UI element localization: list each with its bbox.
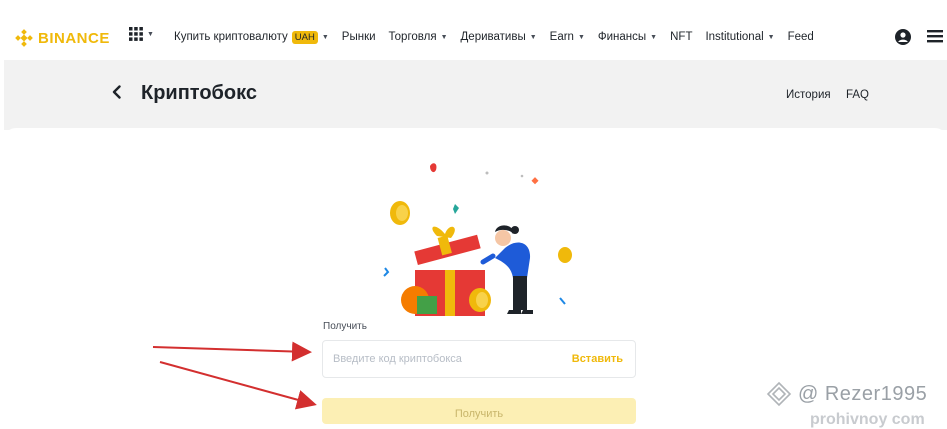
watermark-logo-icon bbox=[766, 381, 792, 407]
watermark-handle: @ Rezer1995 bbox=[798, 382, 928, 405]
annotation-arrow-input bbox=[152, 341, 312, 362]
watermark: @ Rezer1995 bbox=[766, 381, 927, 407]
annotation-arrow-button bbox=[159, 361, 317, 410]
watermark-site: prohivnoy com bbox=[810, 411, 925, 428]
annotation-arrows bbox=[152, 341, 317, 410]
